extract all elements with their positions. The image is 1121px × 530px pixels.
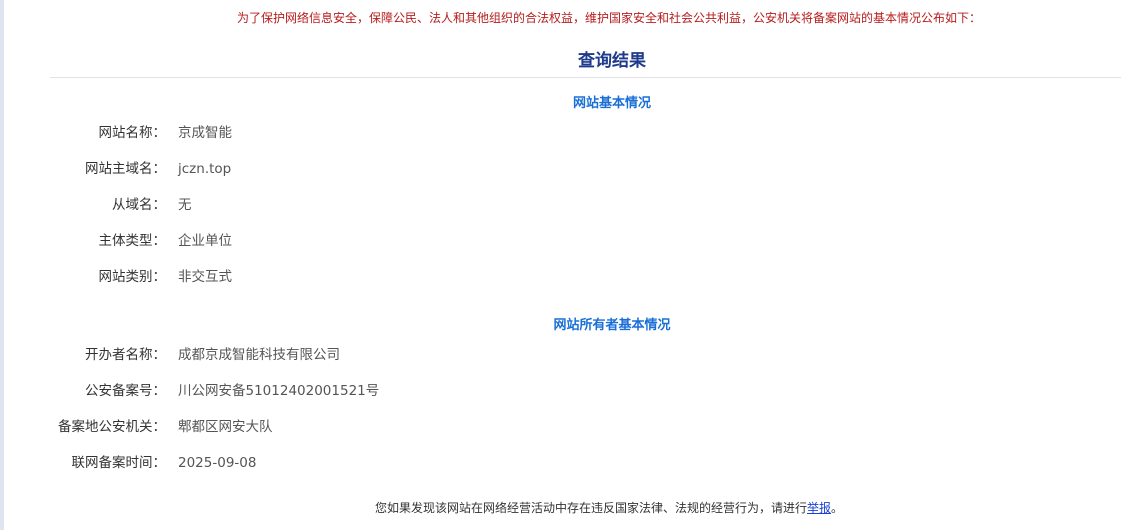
result-title: 查询结果 bbox=[578, 51, 646, 71]
value-sub-domain: 无 bbox=[178, 197, 192, 213]
notice-text: 为了保护网络信息安全，保障公民、法人和其他组织的合法权益，维护国家安全和社会公共… bbox=[236, 11, 981, 25]
label-record-date: 联网备案时间： bbox=[71, 455, 167, 471]
label-main-domain: 网站主域名： bbox=[85, 161, 166, 177]
label-site-name: 网站名称： bbox=[98, 125, 167, 141]
footer-report-text: 您如果发现该网站在网络经营活动中存在违反国家法律、法规的经营行为，请进行举报。 bbox=[0, 499, 1121, 516]
value-site-category: 非交互式 bbox=[178, 269, 232, 285]
value-police-authority: 郫都区网安大队 bbox=[178, 419, 273, 435]
report-link[interactable]: 举报 bbox=[807, 501, 831, 515]
value-entity-type: 企业单位 bbox=[178, 233, 232, 249]
label-owner-name: 开办者名称： bbox=[85, 347, 166, 363]
label-entity-type: 主体类型： bbox=[98, 233, 167, 249]
left-border-strip bbox=[0, 0, 4, 530]
value-owner-name: 成都京成智能科技有限公司 bbox=[178, 347, 340, 363]
footer-period: 。 bbox=[831, 501, 844, 515]
value-record-date: 2025-09-08 bbox=[178, 455, 257, 471]
footer-text: 您如果发现该网站在网络经营活动中存在违反国家法律、法规的经营行为，请进行 bbox=[374, 501, 807, 515]
page: 为了保护网络信息安全，保障公民、法人和其他组织的合法权益，维护国家安全和社会公共… bbox=[0, 0, 1121, 530]
label-sub-domain: 从域名： bbox=[112, 197, 166, 213]
value-site-name: 京成智能 bbox=[178, 125, 232, 141]
site-info-title: 网站基本情况 bbox=[572, 96, 651, 111]
label-police-authority: 备案地公安机关： bbox=[58, 419, 166, 435]
value-main-domain: jczn.top bbox=[178, 161, 232, 177]
label-record-number: 公安备案号： bbox=[85, 383, 166, 399]
value-record-number: 川公网安备51012402001521号 bbox=[178, 383, 380, 399]
label-site-category: 网站类别： bbox=[98, 269, 167, 285]
divider bbox=[50, 77, 1121, 78]
owner-info-title: 网站所有者基本情况 bbox=[553, 318, 671, 333]
